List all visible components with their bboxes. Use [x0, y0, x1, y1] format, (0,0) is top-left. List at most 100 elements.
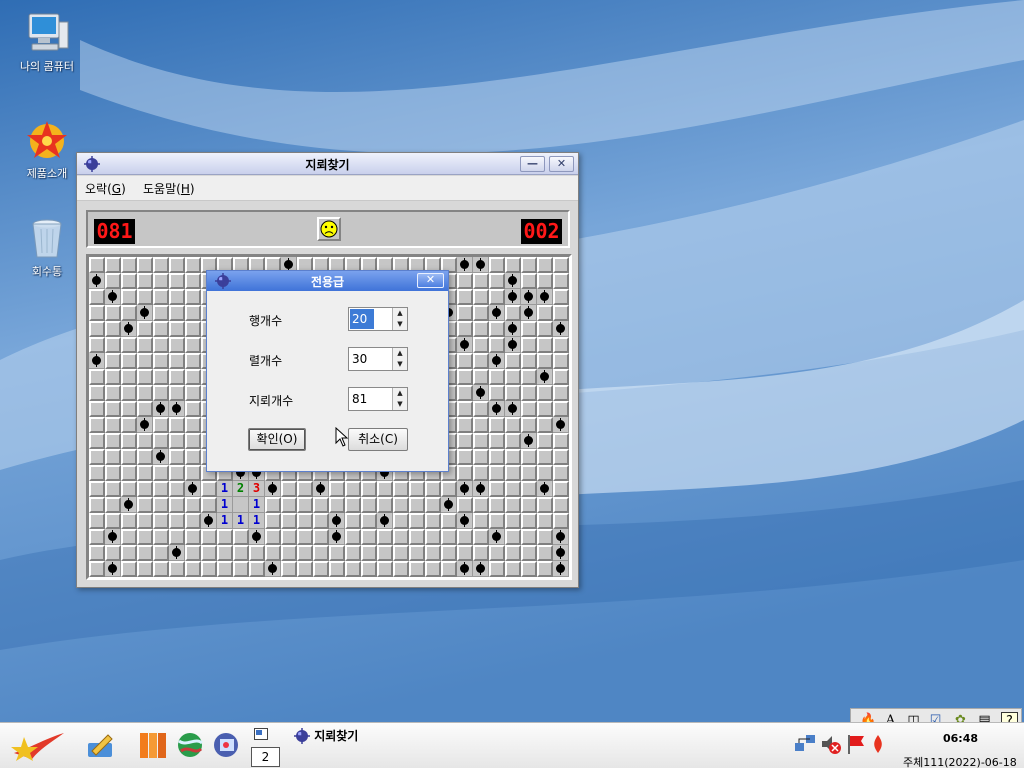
rows-spin-arrows[interactable]: ▲ ▼: [392, 308, 407, 330]
hidden-cell[interactable]: [297, 545, 313, 561]
hidden-cell[interactable]: [185, 561, 201, 577]
hidden-cell[interactable]: [457, 353, 473, 369]
hidden-cell[interactable]: [537, 545, 553, 561]
mine-cell[interactable]: [169, 545, 185, 561]
hidden-cell[interactable]: [553, 353, 569, 369]
mine-cell[interactable]: [105, 561, 121, 577]
clock-time[interactable]: 06:48: [943, 732, 978, 745]
hidden-cell[interactable]: [441, 561, 457, 577]
hidden-cell[interactable]: [457, 305, 473, 321]
hidden-cell[interactable]: [489, 369, 505, 385]
hidden-cell[interactable]: [121, 401, 137, 417]
hidden-cell[interactable]: [457, 417, 473, 433]
mine-cell[interactable]: [457, 561, 473, 577]
hidden-cell[interactable]: [281, 545, 297, 561]
hidden-cell[interactable]: [313, 561, 329, 577]
hidden-cell[interactable]: [329, 545, 345, 561]
hidden-cell[interactable]: [89, 289, 105, 305]
mine-cell[interactable]: [137, 305, 153, 321]
hidden-cell[interactable]: [489, 433, 505, 449]
hidden-cell[interactable]: [169, 369, 185, 385]
hidden-cell[interactable]: [537, 337, 553, 353]
hidden-cell[interactable]: [89, 513, 105, 529]
hidden-cell[interactable]: [201, 529, 217, 545]
hidden-cell[interactable]: [505, 497, 521, 513]
hidden-cell[interactable]: [201, 545, 217, 561]
mine-cell[interactable]: [473, 385, 489, 401]
hidden-cell[interactable]: [505, 545, 521, 561]
hidden-cell[interactable]: [521, 257, 537, 273]
hidden-cell[interactable]: [121, 289, 137, 305]
mine-cell[interactable]: [377, 513, 393, 529]
hidden-cell[interactable]: [297, 529, 313, 545]
desktop-icon-my-computer[interactable]: 나의 콤퓨터: [4, 10, 90, 74]
hidden-cell[interactable]: [457, 465, 473, 481]
hidden-cell[interactable]: [537, 385, 553, 401]
hidden-cell[interactable]: [553, 385, 569, 401]
spin-down-icon[interactable]: ▼: [393, 359, 407, 370]
mine-cell[interactable]: [249, 529, 265, 545]
hidden-cell[interactable]: [345, 529, 361, 545]
number-cell[interactable]: 3: [249, 481, 265, 497]
hidden-cell[interactable]: [233, 545, 249, 561]
hidden-cell[interactable]: [153, 481, 169, 497]
hidden-cell[interactable]: [473, 273, 489, 289]
hidden-cell[interactable]: [345, 545, 361, 561]
hidden-cell[interactable]: [169, 417, 185, 433]
hidden-cell[interactable]: [185, 497, 201, 513]
hidden-cell[interactable]: [521, 481, 537, 497]
hidden-cell[interactable]: [105, 417, 121, 433]
hidden-cell[interactable]: [361, 545, 377, 561]
hidden-cell[interactable]: [137, 289, 153, 305]
hidden-cell[interactable]: [329, 481, 345, 497]
hidden-cell[interactable]: [89, 529, 105, 545]
hidden-cell[interactable]: [473, 353, 489, 369]
hidden-cell[interactable]: [537, 561, 553, 577]
hidden-cell[interactable]: [377, 481, 393, 497]
hidden-cell[interactable]: [537, 465, 553, 481]
hidden-cell[interactable]: [137, 481, 153, 497]
hidden-cell[interactable]: [105, 481, 121, 497]
hidden-cell[interactable]: [457, 449, 473, 465]
cols-spinbox[interactable]: ▲ ▼: [348, 347, 408, 371]
hidden-cell[interactable]: [521, 385, 537, 401]
hidden-cell[interactable]: [521, 513, 537, 529]
hidden-cell[interactable]: [537, 321, 553, 337]
hidden-cell[interactable]: [537, 529, 553, 545]
hidden-cell[interactable]: [425, 481, 441, 497]
hidden-cell[interactable]: [489, 257, 505, 273]
mine-cell[interactable]: [489, 529, 505, 545]
hidden-cell[interactable]: [121, 561, 137, 577]
mines-spin-arrows[interactable]: ▲ ▼: [392, 388, 407, 410]
hidden-cell[interactable]: [441, 481, 457, 497]
hidden-cell[interactable]: [489, 545, 505, 561]
hidden-cell[interactable]: [89, 417, 105, 433]
hidden-cell[interactable]: [137, 337, 153, 353]
hidden-cell[interactable]: [89, 433, 105, 449]
hidden-cell[interactable]: [553, 497, 569, 513]
hidden-cell[interactable]: [441, 545, 457, 561]
hidden-cell[interactable]: [169, 321, 185, 337]
hidden-cell[interactable]: [185, 273, 201, 289]
hidden-cell[interactable]: [137, 353, 153, 369]
hidden-cell[interactable]: [185, 257, 201, 273]
hidden-cell[interactable]: [105, 305, 121, 321]
hidden-cell[interactable]: [473, 433, 489, 449]
hidden-cell[interactable]: [521, 273, 537, 289]
hidden-cell[interactable]: [281, 481, 297, 497]
hidden-cell[interactable]: [409, 545, 425, 561]
hidden-cell[interactable]: [521, 353, 537, 369]
hidden-cell[interactable]: [505, 513, 521, 529]
mine-cell[interactable]: [521, 433, 537, 449]
hidden-cell[interactable]: [521, 401, 537, 417]
hidden-cell[interactable]: [249, 561, 265, 577]
hidden-cell[interactable]: [105, 369, 121, 385]
hidden-cell[interactable]: [281, 561, 297, 577]
hidden-cell[interactable]: [153, 529, 169, 545]
hidden-cell[interactable]: [121, 369, 137, 385]
hidden-cell[interactable]: [553, 481, 569, 497]
hidden-cell[interactable]: [105, 353, 121, 369]
network-icon[interactable]: [794, 733, 816, 755]
dialog-close-button[interactable]: ✕: [417, 273, 444, 288]
hidden-cell[interactable]: [89, 497, 105, 513]
